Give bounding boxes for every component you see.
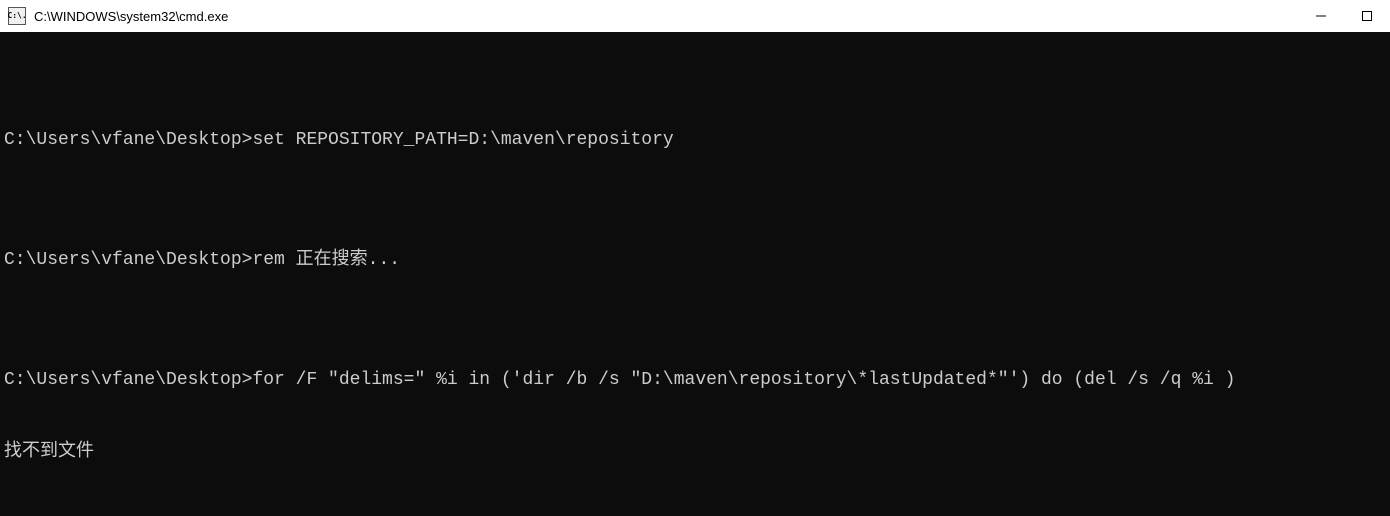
titlebar[interactable]: C:\. C:\WINDOWS\system32\cmd.exe	[0, 0, 1390, 32]
terminal-line: 找不到文件	[4, 440, 1386, 464]
cmd-icon: C:\.	[8, 7, 26, 25]
maximize-button[interactable]	[1344, 0, 1390, 32]
terminal-output[interactable]: C:\Users\vfane\Desktop>set REPOSITORY_PA…	[0, 32, 1390, 516]
cmd-icon-text: C:\.	[7, 12, 26, 20]
window-title: C:\WINDOWS\system32\cmd.exe	[34, 9, 228, 24]
terminal-line: C:\Users\vfane\Desktop>for /F "delims=" …	[4, 368, 1386, 392]
titlebar-left: C:\. C:\WINDOWS\system32\cmd.exe	[8, 7, 228, 25]
cmd-window: C:\. C:\WINDOWS\system32\cmd.exe C:\User…	[0, 0, 1390, 516]
window-controls	[1298, 0, 1390, 32]
terminal-line: C:\Users\vfane\Desktop>rem 正在搜索...	[4, 248, 1386, 272]
terminal-line: C:\Users\vfane\Desktop>set REPOSITORY_PA…	[4, 128, 1386, 152]
minimize-button[interactable]	[1298, 0, 1344, 32]
